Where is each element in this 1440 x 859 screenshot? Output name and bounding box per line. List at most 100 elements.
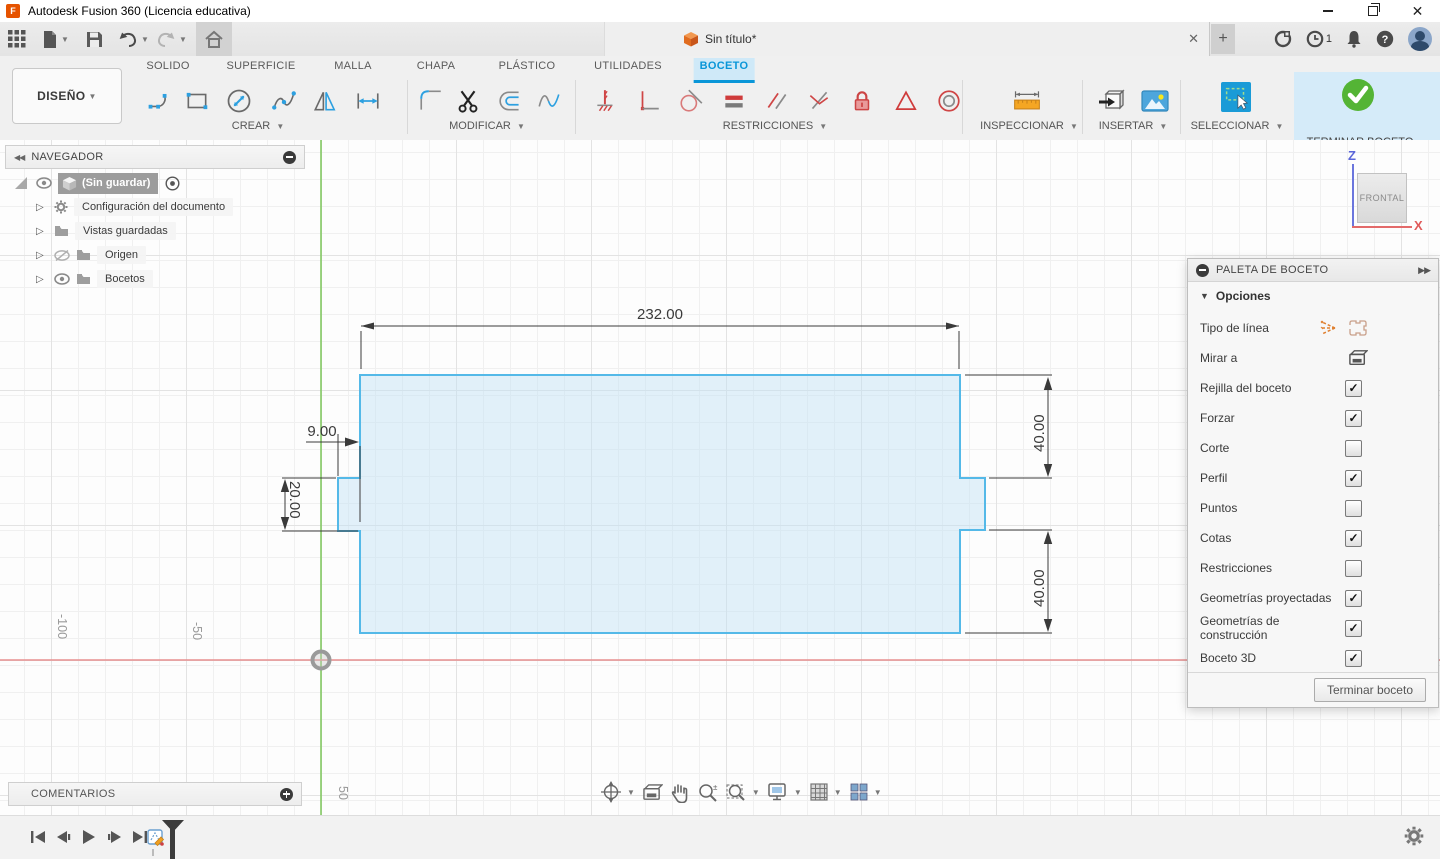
navigator-item-saved-views[interactable]: ▷ Vistas guardadas bbox=[36, 220, 176, 242]
centerline-icon[interactable] bbox=[1318, 319, 1338, 337]
look-at-button[interactable] bbox=[642, 783, 663, 802]
sketch-palette-header[interactable]: PALETA DE BOCETO ▶▶ bbox=[1188, 259, 1438, 282]
trim-tool[interactable] bbox=[453, 84, 483, 118]
slice-checkbox[interactable] bbox=[1345, 440, 1362, 457]
construction-geometries-checkbox[interactable] bbox=[1345, 620, 1362, 637]
tab-solido[interactable]: SOLIDO bbox=[140, 58, 195, 80]
group-label-inspeccionar[interactable]: INSPECCIONAR ▼ bbox=[980, 120, 1078, 132]
origin-point[interactable] bbox=[313, 652, 330, 669]
navigator-item-sketches[interactable]: ▷ Bocetos bbox=[36, 268, 153, 290]
pan-button[interactable] bbox=[670, 782, 690, 803]
activate-component-radio[interactable] bbox=[165, 176, 180, 191]
expand-right-icon[interactable]: ▶▶ bbox=[1418, 265, 1430, 276]
fillet-tool[interactable] bbox=[416, 84, 446, 118]
sketch-profile[interactable] bbox=[338, 375, 985, 633]
parallel-constraint[interactable] bbox=[762, 84, 792, 118]
expand-arrow-icon[interactable]: ▷ bbox=[36, 274, 48, 285]
expand-arrow-icon[interactable]: ▷ bbox=[36, 250, 48, 261]
document-close-icon[interactable]: ✕ bbox=[1188, 31, 1199, 47]
collapse-panel-icon[interactable]: ◀◀ bbox=[14, 153, 24, 162]
navigator-item-origin[interactable]: ▷ Origen bbox=[36, 244, 146, 266]
tab-boceto[interactable]: BOCETO bbox=[694, 58, 755, 83]
comments-panel[interactable]: COMENTARIOS bbox=[8, 782, 302, 806]
options-section-header[interactable]: ▼ Opciones bbox=[1200, 289, 1271, 303]
circle-tool[interactable] bbox=[224, 84, 254, 118]
visibility-eye-icon[interactable] bbox=[36, 177, 52, 189]
visibility-eye-icon[interactable] bbox=[54, 273, 70, 285]
finish-sketch-footer-button[interactable]: Terminar boceto bbox=[1314, 678, 1426, 702]
spline-tool[interactable] bbox=[269, 84, 299, 118]
polygon-constraint[interactable] bbox=[891, 84, 921, 118]
dim-width-text[interactable]: 232.00 bbox=[637, 306, 683, 323]
dimension-width[interactable] bbox=[361, 326, 959, 369]
root-component-label[interactable]: (Sin guardar) bbox=[58, 173, 158, 194]
mirror-tool[interactable] bbox=[310, 84, 340, 118]
timeline-step-back-button[interactable] bbox=[53, 827, 73, 847]
collapse-tree-icon[interactable] bbox=[283, 151, 296, 164]
navigator-root-row[interactable]: (Sin guardar) bbox=[14, 172, 180, 194]
workspace-menu-button[interactable]: DISEÑO ▼ bbox=[12, 68, 122, 124]
rectangle-tool[interactable] bbox=[182, 84, 212, 118]
insert-image[interactable] bbox=[1140, 84, 1170, 118]
group-label-modificar[interactable]: MODIFICAR ▼ bbox=[449, 120, 525, 132]
extensions-icon[interactable] bbox=[1274, 30, 1292, 48]
new-tab-button[interactable]: + bbox=[1211, 24, 1235, 54]
timeline-settings-button[interactable] bbox=[1404, 826, 1424, 846]
group-label-seleccionar[interactable]: SELECCIONAR ▼ bbox=[1191, 120, 1284, 132]
notifications-bell-icon[interactable] bbox=[1346, 30, 1362, 48]
dim-notch-width-text[interactable]: 9.00 bbox=[307, 423, 336, 440]
group-label-restricciones[interactable]: RESTRICCIONES ▼ bbox=[723, 120, 827, 132]
dim-right-bottom-text[interactable]: 40.00 bbox=[1031, 569, 1048, 607]
tab-malla[interactable]: MALLA bbox=[328, 58, 378, 80]
tab-superficie[interactable]: SUPERFICIE bbox=[220, 58, 301, 80]
points-checkbox[interactable] bbox=[1345, 500, 1362, 517]
visibility-off-icon[interactable] bbox=[54, 249, 70, 262]
sketch-grid-checkbox[interactable] bbox=[1345, 380, 1362, 397]
close-button[interactable]: ✕ bbox=[1395, 0, 1440, 22]
user-avatar[interactable] bbox=[1408, 27, 1432, 51]
restore-button[interactable] bbox=[1350, 0, 1395, 22]
line-tool[interactable] bbox=[145, 84, 175, 118]
snap-checkbox[interactable] bbox=[1345, 410, 1362, 427]
redo-button[interactable]: ▼ bbox=[156, 26, 187, 52]
viewcube[interactable]: FRONTAL bbox=[1357, 173, 1407, 223]
expand-arrow-icon[interactable]: ▷ bbox=[36, 202, 48, 213]
collapse-palette-icon[interactable] bbox=[1196, 264, 1209, 277]
dimensions-checkbox[interactable] bbox=[1345, 530, 1362, 547]
help-button[interactable]: ? bbox=[1376, 30, 1394, 48]
navigator-header[interactable]: ◀◀ NAVEGADOR bbox=[5, 145, 305, 169]
break-tool[interactable] bbox=[534, 84, 564, 118]
lock-constraint[interactable] bbox=[847, 84, 877, 118]
document-tab[interactable]: Sin título* ✕ bbox=[604, 22, 1210, 56]
viewports-button[interactable]: ▼ bbox=[849, 782, 882, 802]
timeline-skip-start-button[interactable] bbox=[28, 827, 48, 847]
finish-sketch-button[interactable] bbox=[1339, 76, 1377, 114]
projected-geometries-checkbox[interactable] bbox=[1345, 590, 1362, 607]
equal-constraint[interactable] bbox=[719, 84, 749, 118]
construction-line-icon[interactable] bbox=[1348, 320, 1368, 336]
navigator-item-doc-settings[interactable]: ▷ Configuración del documento bbox=[36, 196, 233, 218]
look-at-icon[interactable] bbox=[1348, 349, 1368, 367]
zoom-window-button[interactable]: ▼ bbox=[725, 782, 760, 803]
timeline-play-button[interactable] bbox=[79, 827, 99, 847]
display-settings-button[interactable]: ▼ bbox=[767, 782, 802, 802]
save-button[interactable] bbox=[86, 26, 103, 52]
group-label-insertar[interactable]: INSERTAR ▼ bbox=[1099, 120, 1168, 132]
insert-derive[interactable] bbox=[1096, 84, 1126, 118]
fix-constraint[interactable] bbox=[591, 84, 621, 118]
dim-right-top-text[interactable]: 40.00 bbox=[1031, 414, 1048, 452]
minimize-button[interactable] bbox=[1305, 0, 1350, 22]
design-canvas[interactable]: 232.00 9.00 20.00 bbox=[0, 140, 1440, 815]
measure-tool[interactable] bbox=[1012, 84, 1042, 118]
select-tool[interactable] bbox=[1221, 80, 1251, 114]
sketch-dimension-tool[interactable] bbox=[353, 84, 383, 118]
timeline-step-forward-button[interactable] bbox=[105, 827, 125, 847]
collinear-constraint[interactable] bbox=[804, 84, 834, 118]
offset-tool[interactable] bbox=[496, 84, 526, 118]
file-menu-button[interactable]: ▼ bbox=[42, 26, 69, 52]
home-button[interactable] bbox=[196, 22, 232, 56]
tab-plastico[interactable]: PLÁSTICO bbox=[493, 58, 562, 80]
dim-notch-height-text[interactable]: 20.00 bbox=[286, 481, 303, 519]
tangent-constraint[interactable] bbox=[676, 84, 706, 118]
3d-sketch-checkbox[interactable] bbox=[1345, 650, 1362, 667]
